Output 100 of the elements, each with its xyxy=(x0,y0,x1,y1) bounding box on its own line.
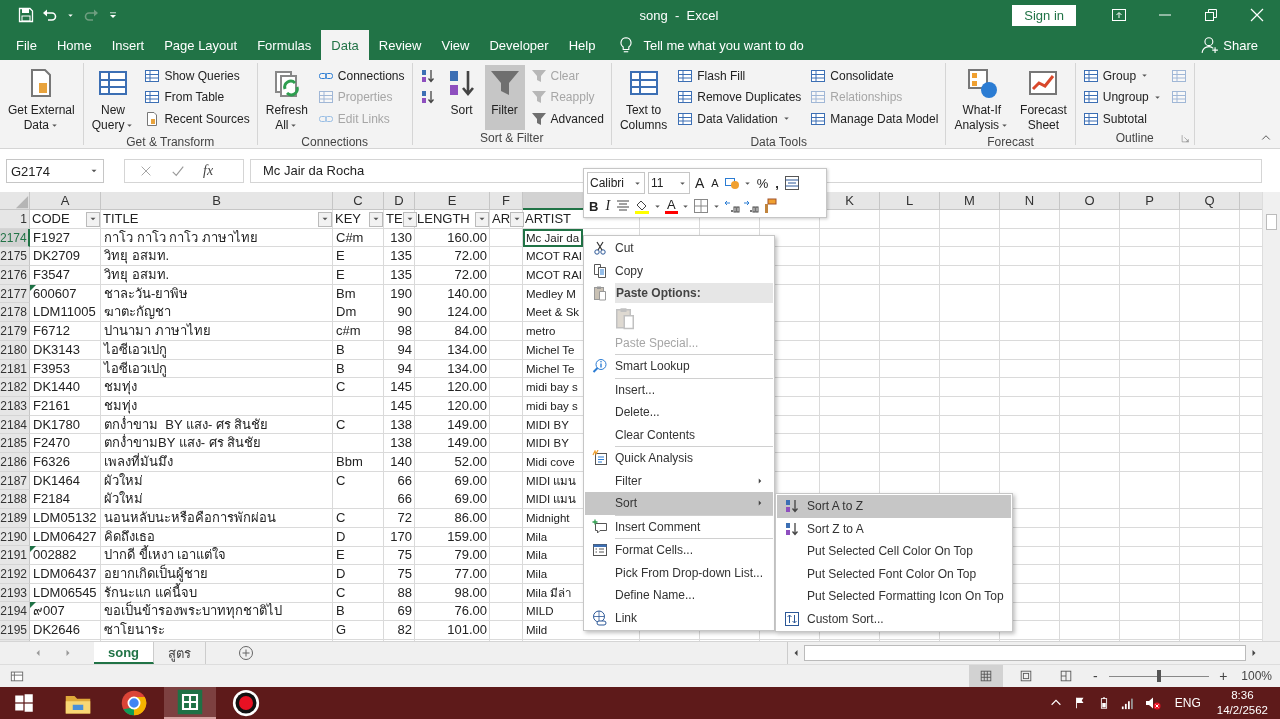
menu-item[interactable]: Smart Lookup xyxy=(585,355,773,378)
ribbon-button[interactable]: New Query xyxy=(87,65,139,135)
fill-color-icon[interactable] xyxy=(634,198,651,214)
customize-icon[interactable] xyxy=(107,9,119,21)
speaker-muted-icon[interactable] xyxy=(1144,695,1161,711)
signal-icon[interactable] xyxy=(1120,696,1135,710)
money-icon[interactable] xyxy=(723,175,740,191)
menu-item[interactable]: Put Selected Formatting Icon On Top xyxy=(777,585,1011,608)
menu-item[interactable]: Insert Comment xyxy=(585,515,773,538)
dialog-launcher-icon[interactable] xyxy=(1180,134,1190,143)
ribbon-tab[interactable]: Help xyxy=(558,30,606,60)
bold-button[interactable]: B xyxy=(587,198,601,214)
close-icon[interactable] xyxy=(1249,7,1265,23)
ribbon-button[interactable]: Manage Data Model xyxy=(807,108,942,130)
ribbon-tab[interactable]: Review xyxy=(368,30,432,60)
menu-item[interactable]: Put Selected Cell Color On Top xyxy=(777,540,1011,563)
menu-item[interactable]: Sort xyxy=(585,492,773,515)
font-color-button[interactable]: A xyxy=(665,198,678,214)
ribbon-tab[interactable]: Page Layout xyxy=(154,30,248,60)
ribbon-button[interactable]: Sort xyxy=(441,65,482,130)
menu-item[interactable]: Link xyxy=(585,606,773,629)
ribbon-tab[interactable]: File xyxy=(6,30,47,60)
ribbon-button[interactable]: Refresh All xyxy=(261,65,312,135)
ribbon-button[interactable]: From Table xyxy=(141,86,253,108)
save-icon[interactable] xyxy=(18,7,34,23)
menu-item[interactable]: Custom Sort... xyxy=(777,607,1011,630)
macro-recording-icon[interactable] xyxy=(10,669,24,683)
ribbon-button[interactable]: Get External Data xyxy=(4,65,79,135)
menu-item[interactable]: Put Selected Font Color On Top xyxy=(777,562,1011,585)
ribbon-tab[interactable]: View xyxy=(431,30,480,60)
ribbon-display-icon[interactable] xyxy=(1111,7,1127,23)
clock-date[interactable]: 14/2/2562 xyxy=(1216,703,1268,718)
ribbon-button[interactable]: Subtotal xyxy=(1079,108,1165,130)
menu-item[interactable]: Format Cells... xyxy=(585,539,773,562)
table-cell-text: E xyxy=(335,266,346,285)
zoom-level[interactable]: 100% xyxy=(1241,669,1272,683)
ribbon-button[interactable]: Recent Sources xyxy=(141,108,253,130)
slider-thumb[interactable] xyxy=(1157,670,1162,682)
ribbon-tab[interactable]: Data xyxy=(321,30,369,60)
ribbon-button[interactable]: Flash Fill xyxy=(674,65,805,87)
taskbar-app-button[interactable] xyxy=(164,687,216,719)
menu-item[interactable]: Sort Z to A xyxy=(777,517,1011,540)
ribbon-button[interactable]: Advanced xyxy=(527,108,607,130)
menu-item[interactable]: Copy xyxy=(585,259,773,282)
filter-button[interactable] xyxy=(86,211,100,227)
language-indicator[interactable]: ENG xyxy=(1174,696,1201,710)
menu-item[interactable]: Clear Contents xyxy=(585,423,773,446)
insert-function-button[interactable]: fx xyxy=(203,163,214,179)
check-icon[interactable] xyxy=(171,164,185,178)
name-box[interactable]: G2174 xyxy=(6,159,104,183)
autofit-icon[interactable] xyxy=(783,175,800,191)
ribbon-tab[interactable]: Formulas xyxy=(247,30,322,60)
restore-icon[interactable] xyxy=(1203,7,1219,23)
add-sheet-icon[interactable] xyxy=(238,645,255,661)
menu-item[interactable]: Insert... xyxy=(585,378,773,401)
menu-item[interactable]: Sort A to Z xyxy=(777,495,1011,518)
ribbon-tab[interactable]: Insert xyxy=(101,30,155,60)
table-cell-text: 124.00 xyxy=(446,303,488,322)
sheet-tab[interactable]: song xyxy=(94,642,155,664)
scrollbar-thumb[interactable] xyxy=(1266,214,1277,230)
filter-button[interactable] xyxy=(318,211,332,227)
menu-item[interactable]: Quick Analysis xyxy=(585,447,773,470)
ribbon-button[interactable]: Ungroup xyxy=(1079,86,1165,108)
ribbon-button[interactable]: Connections xyxy=(314,65,408,87)
ribbon-tab[interactable]: Home xyxy=(46,30,102,60)
italic-button[interactable]: I xyxy=(603,198,613,214)
undo-icon[interactable] xyxy=(42,7,58,23)
filter-button[interactable] xyxy=(402,211,417,227)
font-name-field[interactable]: Calibri xyxy=(587,172,645,194)
sign-in-button[interactable]: Sign in xyxy=(1012,4,1076,26)
menu-item[interactable]: Delete... xyxy=(585,401,773,424)
tell-me-field[interactable]: Tell me what you want to do xyxy=(641,36,866,54)
ribbon-tab[interactable]: Developer xyxy=(479,30,559,60)
increase-decimal-icon[interactable] xyxy=(723,198,740,214)
ribbon-button[interactable]: Show Queries xyxy=(141,65,253,87)
clock-time[interactable]: 8:36 xyxy=(1231,688,1254,703)
menu-item[interactable]: Cut xyxy=(585,237,773,260)
share-button[interactable]: Share xyxy=(1201,30,1280,60)
decrease-decimal-icon[interactable] xyxy=(742,198,759,214)
zoom-in-button[interactable]: + xyxy=(1217,668,1230,684)
group-label: Data Tools xyxy=(750,135,807,149)
ribbon-button[interactable]: What-If Analysis xyxy=(950,65,1014,135)
filter-button[interactable] xyxy=(369,211,383,227)
ribbon-button[interactable]: Forecast Sheet xyxy=(1016,65,1071,135)
borders-icon[interactable] xyxy=(692,198,709,214)
ribbon-button[interactable]: Filter xyxy=(484,65,525,130)
ribbon-button[interactable]: Group xyxy=(1079,65,1165,87)
view-button[interactable] xyxy=(969,665,1004,687)
zoom-out-button[interactable]: - xyxy=(1089,668,1102,684)
ribbon-button[interactable]: Data Validation xyxy=(674,108,805,130)
filter-button[interactable] xyxy=(475,211,489,227)
menu-item[interactable]: Define Name... xyxy=(585,584,773,607)
ribbon-button[interactable]: Text to Columns xyxy=(615,65,672,135)
menu-item[interactable]: Filter xyxy=(585,469,773,492)
filter-button[interactable] xyxy=(510,211,525,227)
font-size-field[interactable]: 11 xyxy=(648,172,690,194)
menu-item[interactable]: Pick From Drop-down List... xyxy=(585,561,773,584)
ribbon-button[interactable]: Remove Duplicates xyxy=(674,86,805,108)
cancel-icon[interactable] xyxy=(139,164,153,178)
ribbon-button[interactable]: Consolidate xyxy=(807,65,942,87)
